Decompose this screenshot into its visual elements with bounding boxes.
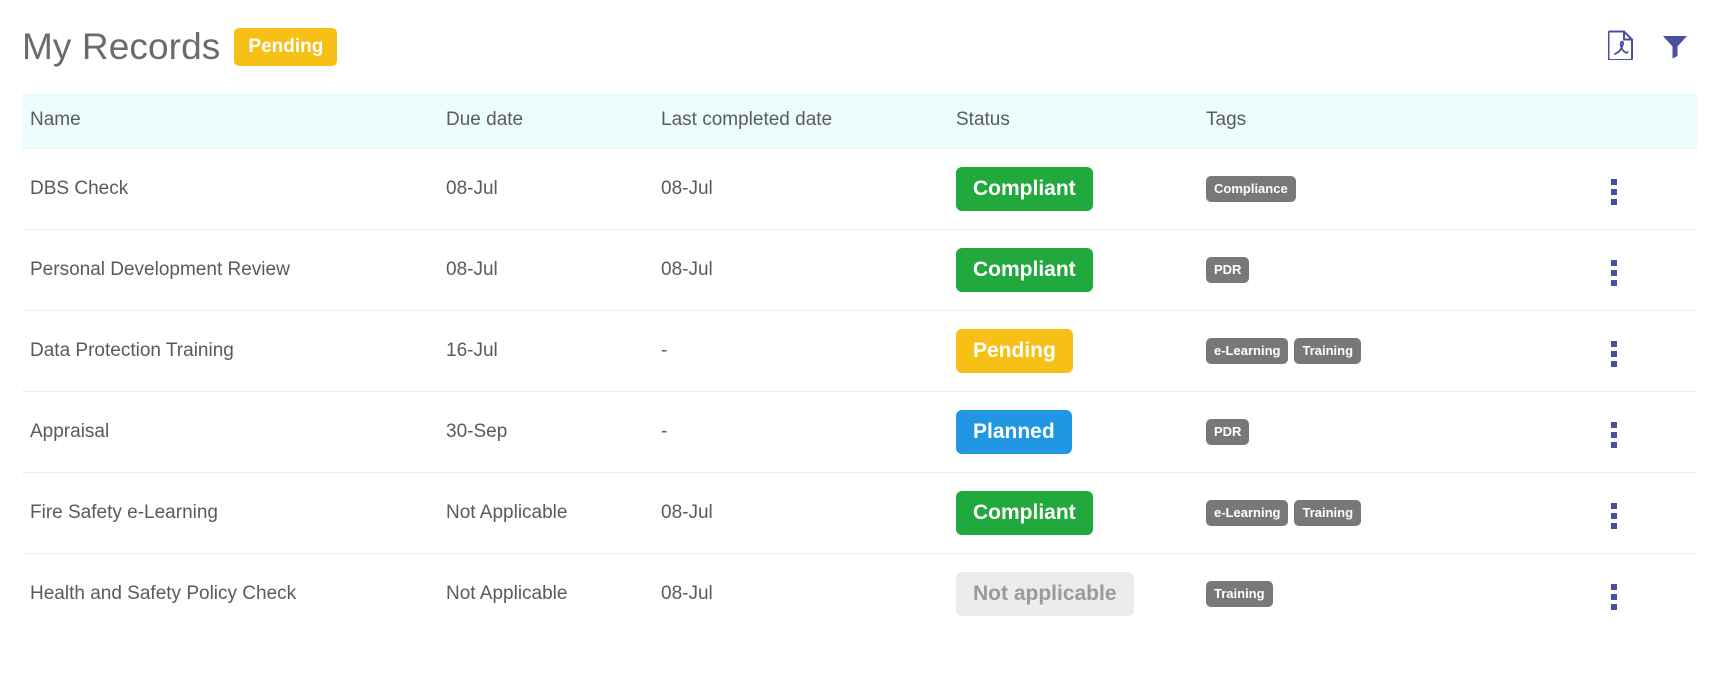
cell-status: Compliant <box>956 148 1206 230</box>
tag-list: PDR <box>1206 419 1601 445</box>
page-title: My Records <box>22 26 221 67</box>
cell-due-date: 08-Jul <box>446 229 661 311</box>
cell-row-actions <box>1601 391 1697 473</box>
column-header-name[interactable]: Name <box>22 93 446 149</box>
table-row[interactable]: Health and Safety Policy Check Not Applic… <box>22 553 1697 635</box>
column-header-tags[interactable]: Tags <box>1206 93 1601 149</box>
tag-list: e-Learning Training <box>1206 500 1601 526</box>
cell-row-actions <box>1601 310 1697 392</box>
tag-pill[interactable]: e-Learning <box>1206 338 1289 364</box>
tag-pill[interactable]: Compliance <box>1206 176 1296 202</box>
table-row[interactable]: DBS Check 08-Jul 08-Jul Compliant Compliance <box>22 148 1697 230</box>
cell-tags: e-Learning Training <box>1206 310 1601 392</box>
header-actions <box>1604 29 1704 65</box>
tag-pill[interactable]: Training <box>1206 581 1273 608</box>
cell-tags: e-Learning Training <box>1206 472 1601 554</box>
cell-record-name[interactable]: Appraisal <box>22 391 446 473</box>
tag-pill[interactable]: Training <box>1294 338 1362 364</box>
kebab-menu-icon[interactable] <box>1601 418 1627 452</box>
cell-row-actions <box>1601 553 1697 635</box>
cell-due-date: 08-Jul <box>446 148 661 230</box>
table-body: DBS Check 08-Jul 08-Jul Compliant Compliance… <box>22 148 1697 635</box>
filter-button[interactable] <box>1658 29 1692 65</box>
cell-due-date: 30-Sep <box>446 391 661 473</box>
cell-record-name[interactable]: Health and Safety Policy Check <box>22 553 446 635</box>
cell-last-completed-date: - <box>661 310 956 392</box>
cell-tags: Training <box>1206 553 1601 635</box>
status-badge[interactable]: Pending <box>956 329 1073 373</box>
table-header-row: Name Due date Last completed date Status… <box>22 93 1697 149</box>
cell-row-actions <box>1601 229 1697 311</box>
kebab-menu-icon[interactable] <box>1601 499 1627 533</box>
cell-last-completed-date: 08-Jul <box>661 472 956 554</box>
tag-list: Training <box>1206 581 1601 608</box>
cell-record-name[interactable]: Personal Development Review <box>22 229 446 311</box>
status-badge[interactable]: Compliant <box>956 491 1093 535</box>
kebab-menu-icon[interactable] <box>1601 580 1627 614</box>
column-header-status[interactable]: Status <box>956 93 1206 149</box>
status-badge[interactable]: Not applicable <box>956 572 1134 617</box>
status-badge[interactable]: Compliant <box>956 248 1093 292</box>
cell-due-date: Not Applicable <box>446 553 661 635</box>
filter-funnel-icon <box>1661 31 1689 62</box>
column-header-actions <box>1601 93 1697 149</box>
cell-last-completed-date: 08-Jul <box>661 229 956 311</box>
page-header: My Records Pending <box>0 0 1734 93</box>
kebab-menu-icon[interactable] <box>1601 337 1627 371</box>
tag-list: PDR <box>1206 257 1601 283</box>
status-badge[interactable]: Planned <box>956 410 1072 454</box>
cell-status: Compliant <box>956 472 1206 554</box>
tag-list: e-Learning Training <box>1206 338 1601 364</box>
tag-pill[interactable]: PDR <box>1206 257 1250 283</box>
cell-tags: PDR <box>1206 229 1601 311</box>
tag-pill[interactable]: Training <box>1294 500 1362 526</box>
kebab-menu-icon[interactable] <box>1601 256 1627 290</box>
records-table: Name Due date Last completed date Status… <box>22 93 1697 635</box>
table-row[interactable]: Personal Development Review 08-Jul 08-Jul C… <box>22 229 1697 311</box>
tag-pill[interactable]: e-Learning <box>1206 500 1289 526</box>
status-badge[interactable]: Compliant <box>956 167 1093 211</box>
cell-due-date: 16-Jul <box>446 310 661 392</box>
cell-record-name[interactable]: Data Protection Training <box>22 310 446 392</box>
column-header-due-date[interactable]: Due date <box>446 93 661 149</box>
cell-row-actions <box>1601 472 1697 554</box>
cell-last-completed-date: 08-Jul <box>661 148 956 230</box>
export-pdf-button[interactable] <box>1604 29 1638 65</box>
kebab-menu-icon[interactable] <box>1601 175 1627 209</box>
cell-tags: Compliance <box>1206 148 1601 230</box>
my-records-page: My Records Pending Name Due date Last co… <box>0 0 1734 689</box>
table-row[interactable]: Data Protection Training 16-Jul - Pending e-… <box>22 310 1697 392</box>
cell-tags: PDR <box>1206 391 1601 473</box>
cell-last-completed-date: 08-Jul <box>661 553 956 635</box>
cell-row-actions <box>1601 148 1697 230</box>
cell-record-name[interactable]: Fire Safety e-Learning <box>22 472 446 554</box>
title-group: My Records Pending <box>22 26 338 67</box>
pdf-icon <box>1607 30 1634 63</box>
status-badge-header[interactable]: Pending <box>234 27 338 66</box>
table-row[interactable]: Fire Safety e-Learning Not Applicable 08-J… <box>22 472 1697 554</box>
cell-status: Compliant <box>956 229 1206 311</box>
tag-pill[interactable]: PDR <box>1206 419 1250 445</box>
cell-status: Not applicable <box>956 553 1206 635</box>
table-row[interactable]: Appraisal 30-Sep - Planned PDR <box>22 391 1697 473</box>
cell-due-date: Not Applicable <box>446 472 661 554</box>
cell-record-name[interactable]: DBS Check <box>22 148 446 230</box>
tag-list: Compliance <box>1206 176 1601 202</box>
cell-status: Planned <box>956 391 1206 473</box>
column-header-last-completed-date[interactable]: Last completed date <box>661 93 956 149</box>
table-header: Name Due date Last completed date Status… <box>22 93 1697 149</box>
cell-last-completed-date: - <box>661 391 956 473</box>
cell-status: Pending <box>956 310 1206 392</box>
